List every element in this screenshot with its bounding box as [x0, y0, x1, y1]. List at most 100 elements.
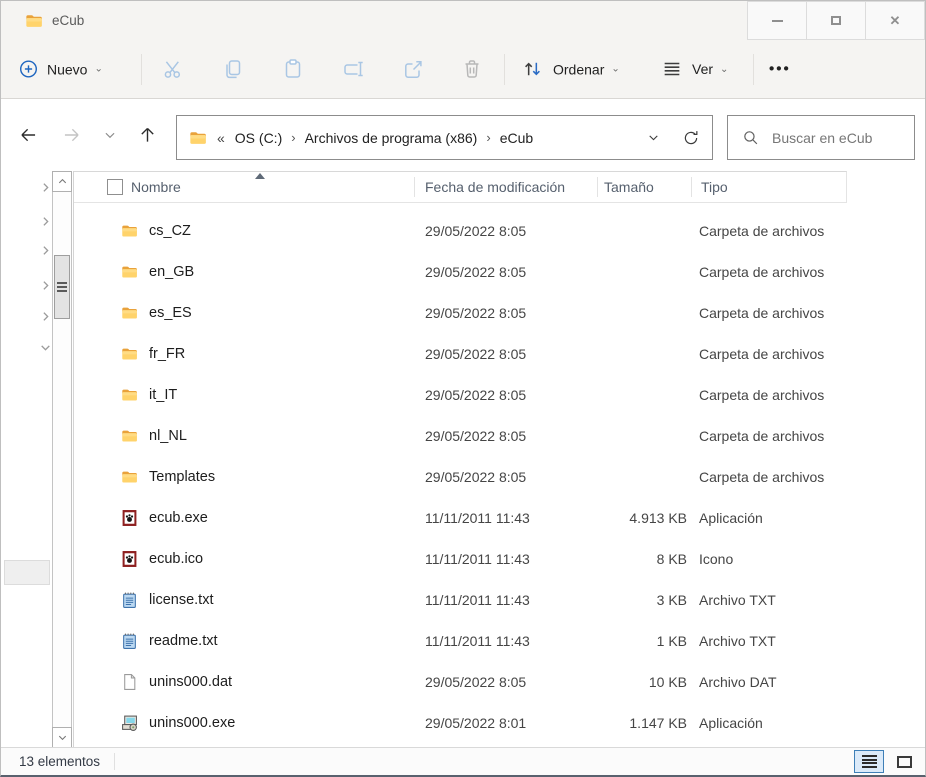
view-button-label: Ver	[692, 61, 713, 77]
folder-icon	[121, 345, 138, 362]
details-view-icon	[862, 754, 877, 770]
close-icon: ✕	[890, 13, 901, 29]
file-name: fr_FR	[149, 346, 185, 362]
sort-icon	[521, 58, 544, 81]
select-all-checkbox[interactable]	[107, 179, 123, 195]
folder-icon	[121, 468, 138, 485]
file-date: 29/05/2022 8:05	[425, 674, 526, 690]
back-button[interactable]	[18, 125, 39, 146]
file-date: 11/11/2011 11:43	[425, 633, 530, 649]
new-button[interactable]: Nuevo ⌄	[19, 60, 103, 79]
file-size: 8 KB	[597, 551, 687, 567]
column-divider[interactable]	[691, 177, 692, 197]
paste-button[interactable]	[281, 57, 305, 81]
up-button[interactable]	[137, 125, 158, 146]
column-divider[interactable]	[414, 177, 415, 197]
file-name: ecub.ico	[149, 551, 203, 567]
breadcrumb-item[interactable]: Archivos de programa (x86)	[305, 130, 478, 146]
copy-button[interactable]	[221, 57, 245, 81]
file-name: it_IT	[149, 387, 177, 403]
address-bar[interactable]: « OS (C:)›Archivos de programa (x86)›eCu…	[176, 115, 713, 160]
toolbar-divider	[753, 54, 754, 85]
file-row[interactable]: nl_NL29/05/2022 8:05Carpeta de archivos	[74, 415, 925, 456]
scrollbar-thumb[interactable]	[54, 255, 70, 319]
new-button-label: Nuevo	[47, 61, 87, 77]
file-name: license.txt	[149, 592, 213, 608]
view-button[interactable]: Ver ⌄	[661, 58, 728, 80]
dat-file-icon	[121, 673, 138, 690]
search-box[interactable]	[727, 115, 915, 160]
minimize-icon	[772, 20, 783, 22]
file-date: 29/05/2022 8:05	[425, 346, 526, 362]
folder-icon	[121, 222, 138, 239]
column-divider[interactable]	[597, 177, 598, 197]
rename-icon	[341, 57, 365, 81]
file-row[interactable]: unins000.dat29/05/2022 8:0510 KBArchivo …	[74, 661, 925, 702]
tree-expand-chevron-icon[interactable]	[39, 279, 52, 292]
file-row[interactable]: cs_CZ29/05/2022 8:05Carpeta de archivos	[74, 210, 925, 251]
column-header-name[interactable]: Nombre	[131, 179, 181, 195]
file-row[interactable]: ecub.exe11/11/2011 11:434.913 KBAplicaci…	[74, 497, 925, 538]
main-content: Nombre Fecha de modificación Tamaño Tipo…	[1, 171, 925, 748]
more-options-button[interactable]: •••	[769, 61, 791, 78]
file-date: 11/11/2011 11:43	[425, 592, 530, 608]
maximize-button[interactable]	[806, 1, 866, 40]
cut-button[interactable]	[161, 57, 185, 81]
breadcrumb-separator-icon: ›	[486, 130, 490, 145]
address-dropdown-icon[interactable]	[647, 131, 660, 144]
sort-button[interactable]: Ordenar ⌄	[521, 58, 620, 81]
minimize-button[interactable]	[747, 1, 807, 40]
file-size: 1 KB	[597, 633, 687, 649]
file-name: es_ES	[149, 305, 192, 321]
file-row[interactable]: license.txt11/11/2011 11:433 KBArchivo T…	[74, 579, 925, 620]
search-input[interactable]	[772, 130, 892, 146]
file-row[interactable]: fr_FR29/05/2022 8:05Carpeta de archivos	[74, 333, 925, 374]
status-divider	[114, 753, 115, 770]
tree-expand-chevron-icon[interactable]	[39, 310, 52, 323]
status-bar: 13 elementos	[1, 747, 925, 775]
forward-button[interactable]	[61, 125, 82, 146]
file-row[interactable]: readme.txt11/11/2011 11:431 KBArchivo TX…	[74, 620, 925, 661]
folder-icon	[189, 129, 207, 147]
breadcrumb-overflow[interactable]: «	[217, 130, 225, 146]
breadcrumb-item[interactable]: OS (C:)	[235, 130, 282, 146]
file-row[interactable]: ecub.ico11/11/2011 11:438 KBIcono	[74, 538, 925, 579]
sort-ascending-icon	[255, 173, 265, 179]
close-button[interactable]: ✕	[865, 1, 925, 40]
nav-pane-scroll-thumb[interactable]	[4, 560, 50, 585]
file-row[interactable]: it_IT29/05/2022 8:05Carpeta de archivos	[74, 374, 925, 415]
tree-expand-chevron-icon[interactable]	[39, 244, 52, 257]
file-name: ecub.exe	[149, 510, 208, 526]
file-row[interactable]: Templates29/05/2022 8:05Carpeta de archi…	[74, 456, 925, 497]
maximize-icon	[831, 16, 841, 25]
file-date: 11/11/2011 11:43	[425, 510, 530, 526]
column-header-size[interactable]: Tamaño	[604, 179, 654, 195]
window-title: eCub	[52, 13, 84, 28]
file-name: en_GB	[149, 264, 194, 280]
refresh-icon[interactable]	[682, 129, 700, 147]
details-view-button[interactable]	[854, 750, 884, 773]
ecub-app-icon	[121, 509, 138, 526]
tree-expand-chevron-icon[interactable]	[39, 215, 52, 228]
vertical-scrollbar[interactable]	[52, 171, 72, 748]
ecub-app-icon	[121, 550, 138, 567]
tree-collapse-chevron-icon[interactable]	[39, 341, 52, 354]
file-row[interactable]: es_ES29/05/2022 8:05Carpeta de archivos	[74, 292, 925, 333]
cut-icon	[161, 57, 185, 81]
column-header-date[interactable]: Fecha de modificación	[425, 179, 565, 195]
items-count: 13 elementos	[19, 754, 100, 769]
file-row[interactable]: en_GB29/05/2022 8:05Carpeta de archivos	[74, 251, 925, 292]
file-row[interactable]: unins000.exe29/05/2022 8:011.147 KBAplic…	[74, 702, 925, 743]
scroll-up-button[interactable]	[52, 171, 72, 192]
rename-button[interactable]	[341, 57, 365, 81]
folder-icon	[121, 427, 138, 444]
tree-expand-chevron-icon[interactable]	[39, 181, 52, 194]
scroll-down-button[interactable]	[52, 727, 72, 748]
breadcrumb-item[interactable]: eCub	[500, 130, 533, 146]
large-icons-view-button[interactable]	[889, 750, 919, 773]
column-header-type[interactable]: Tipo	[701, 179, 728, 195]
large-icons-view-icon	[897, 756, 912, 768]
recent-locations-button[interactable]	[103, 128, 117, 142]
share-button[interactable]	[401, 57, 425, 81]
delete-button[interactable]	[460, 57, 484, 81]
